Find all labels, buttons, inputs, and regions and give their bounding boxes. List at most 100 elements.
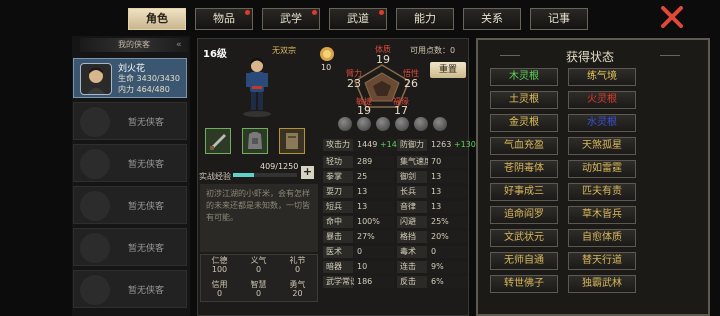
attack-value: 1449: [357, 140, 378, 149]
notification-dot: [245, 10, 250, 15]
reset-button[interactable]: 重置: [430, 62, 466, 78]
empty-slot-label: 暂无侠客: [128, 160, 165, 170]
strength-value: 23: [347, 77, 361, 90]
armor-slot[interactable]: [242, 128, 268, 154]
status-badge[interactable]: 动如雷霆: [568, 160, 636, 178]
stat-value: 20%: [428, 231, 468, 243]
virtue-value: 0: [255, 289, 262, 298]
mastery-orb-icon[interactable]: [376, 117, 390, 131]
stat-label: 反击: [397, 276, 427, 288]
stat-value: 13: [428, 201, 468, 213]
stat-label: 格挡: [397, 231, 427, 243]
add-exp-button[interactable]: +: [301, 166, 314, 179]
stat-value: 9%: [428, 261, 468, 273]
stat-label: 命中: [323, 216, 353, 228]
weapon-slot[interactable]: [205, 128, 231, 154]
status-badge[interactable]: 水灵根: [568, 114, 636, 132]
hp-label: 生命: [118, 74, 134, 83]
stat-label: 暴击: [323, 231, 353, 243]
tab-5[interactable]: 关系: [463, 8, 521, 30]
stat-label: 闪避: [397, 216, 427, 228]
stat-value: 13: [428, 171, 468, 183]
virtue-value: 0: [216, 289, 223, 298]
character-sprite: [240, 56, 274, 118]
empty-slot-label: 暂无侠客: [128, 118, 165, 128]
stat-value: 13: [354, 201, 394, 213]
tab-6[interactable]: 记事: [530, 8, 588, 30]
attack-label: 攻击力: [323, 139, 353, 151]
status-badge[interactable]: 好事成三: [490, 183, 558, 201]
status-badge[interactable]: 替天行道: [568, 252, 636, 270]
tab-4[interactable]: 能力: [396, 8, 454, 30]
tab-0[interactable]: 角色: [128, 8, 186, 30]
empty-avatar: [80, 191, 110, 221]
tab-2[interactable]: 武学: [262, 8, 320, 30]
empty-hero-slot[interactable]: 暂无侠客: [73, 270, 187, 308]
avatar: [80, 63, 112, 95]
status-badge[interactable]: 火灵根: [568, 91, 636, 109]
stat-label: 御剑: [397, 171, 427, 183]
hero-card[interactable]: 刘火花 生命 3430/3430 内力 464/480: [73, 58, 187, 98]
accessory-slot[interactable]: [279, 128, 305, 154]
tab-3[interactable]: 武道: [329, 8, 387, 30]
virtue-value: 0: [255, 265, 262, 274]
status-badge[interactable]: 苍阴毒体: [490, 160, 558, 178]
luck-value: 17: [394, 104, 408, 117]
stat-label: 医术: [323, 246, 353, 258]
status-badge[interactable]: 转世佛子: [490, 275, 558, 293]
mp-value: 464/480: [136, 85, 170, 94]
exp-label: 实战经验: [199, 172, 231, 181]
status-badge[interactable]: 追命阎罗: [490, 206, 558, 224]
stat-label: 长兵: [397, 186, 427, 198]
status-badge[interactable]: 匹夫有责: [568, 183, 636, 201]
mastery-orb-icon[interactable]: [414, 117, 428, 131]
empty-avatar: [80, 149, 110, 179]
tab-1[interactable]: 物品: [195, 8, 253, 30]
virtue-value: 100: [211, 265, 228, 274]
collapse-icon[interactable]: «: [176, 40, 182, 50]
medal-count: 10: [321, 63, 332, 72]
stat-label: 武学常识: [323, 276, 358, 288]
stat-value: 10: [354, 261, 394, 273]
points-value: 0: [450, 46, 456, 55]
virtue-value: 20: [292, 289, 303, 298]
character-bio: 初涉江湖的小虾米，会有怎样的未来还都是未知数，一切皆有可能。: [200, 184, 318, 252]
empty-hero-slot[interactable]: 暂无侠客: [73, 102, 187, 140]
points-label: 可用点数：: [410, 46, 450, 55]
empty-hero-slot[interactable]: 暂无侠客: [73, 144, 187, 182]
mastery-orb-icon[interactable]: [357, 117, 371, 131]
empty-hero-slot[interactable]: 暂无侠客: [73, 186, 187, 224]
hero-list-title: 我的侠客: [80, 38, 188, 52]
stat-label: 音律: [397, 201, 427, 213]
status-badge[interactable]: 无师自通: [490, 252, 558, 270]
mastery-orb-icon[interactable]: [395, 117, 409, 131]
status-badge[interactable]: 金灵根: [490, 114, 558, 132]
status-badge[interactable]: 木灵根: [490, 68, 558, 86]
stat-label: 耍刀: [323, 186, 353, 198]
empty-avatar: [80, 107, 110, 137]
stat-value: 100%: [354, 216, 394, 228]
status-badge[interactable]: 文武状元: [490, 229, 558, 247]
level-label: 16级: [203, 49, 227, 60]
armor-icon: [248, 132, 262, 149]
status-badge[interactable]: 土灵根: [490, 91, 558, 109]
mastery-orb-icon[interactable]: [433, 117, 447, 131]
status-badge[interactable]: 天煞孤星: [568, 137, 636, 155]
empty-hero-slot[interactable]: 暂无侠客: [73, 228, 187, 266]
book-icon: [286, 133, 298, 149]
stat-label: 拳掌: [323, 171, 353, 183]
insight-value: 26: [404, 77, 418, 90]
stat-value: 0: [354, 246, 394, 258]
close-icon[interactable]: [660, 6, 684, 28]
tab-label: 武学: [280, 12, 302, 25]
status-badge[interactable]: 练气境: [568, 68, 636, 86]
sect-label: 无双宗: [272, 46, 296, 55]
status-badge[interactable]: 气血充盈: [490, 137, 558, 155]
empty-slot-label: 暂无侠客: [128, 244, 165, 254]
status-badge[interactable]: 独霸武林: [568, 275, 636, 293]
stat-value: 25%: [428, 216, 468, 228]
mastery-orb-icon[interactable]: [338, 117, 352, 131]
status-badge[interactable]: 草木皆兵: [568, 206, 636, 224]
status-badge[interactable]: 自愈体质: [568, 229, 636, 247]
stat-label: 集气速度: [397, 156, 432, 168]
